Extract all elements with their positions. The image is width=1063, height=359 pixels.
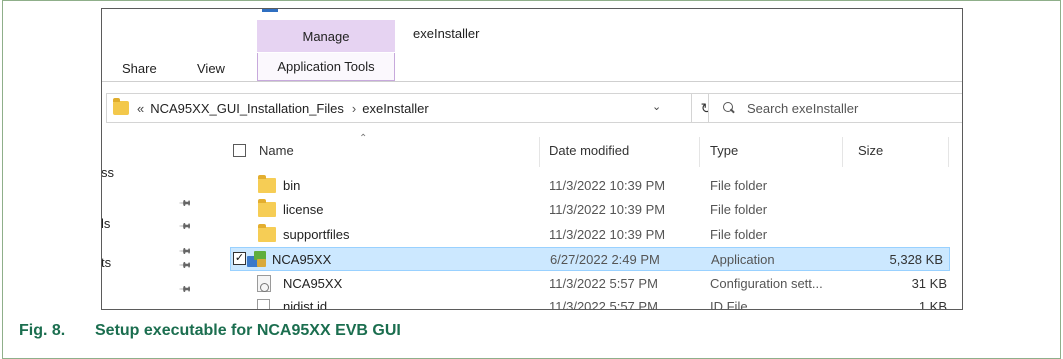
quick-access-icon[interactable]: [262, 9, 278, 12]
file-type: Application: [711, 252, 775, 267]
overflow-chevron-icon[interactable]: «: [137, 101, 144, 116]
breadcrumb-separator-icon[interactable]: ›: [352, 101, 356, 116]
file-size: 31 KB: [911, 276, 947, 291]
application-tools-label: Application Tools: [277, 59, 375, 74]
column-divider[interactable]: [539, 137, 540, 167]
ribbon-divider: [102, 81, 962, 82]
column-header-name[interactable]: Name: [259, 143, 294, 158]
column-divider[interactable]: [948, 137, 949, 167]
tab-manage[interactable]: Manage: [257, 20, 395, 52]
file-row-license[interactable]: license 11/3/2022 10:39 PM File folder: [231, 198, 951, 222]
chevron-down-icon[interactable]: ⌄: [652, 100, 661, 113]
manage-tab-label: Manage: [302, 28, 350, 44]
breadcrumb-exeinstaller[interactable]: exeInstaller: [362, 101, 428, 116]
file-row-supportfiles[interactable]: supportfiles 11/3/2022 10:39 PM File fol…: [231, 223, 951, 247]
column-divider[interactable]: [842, 137, 843, 167]
figure-number: Fig. 8.: [19, 322, 66, 339]
search-box[interactable]: [708, 93, 962, 123]
file-name: license: [283, 202, 324, 217]
file-name: NCA95XX: [283, 276, 343, 291]
breadcrumb-nca95xx-gui-installation-files[interactable]: NCA95XX_GUI_Installation_Files: [150, 101, 344, 116]
column-divider[interactable]: [699, 137, 700, 167]
nav-item-partial[interactable]: ls: [102, 216, 110, 231]
tab-view[interactable]: View: [197, 61, 225, 76]
file-type: File folder: [710, 202, 768, 217]
file-date: 6/27/2022 2:49 PM: [550, 252, 660, 267]
nav-item-partial[interactable]: ss: [102, 165, 114, 180]
figure-caption: Fig. 8. Setup executable for NCA95XX EVB …: [19, 322, 401, 340]
file-size: 5,328 KB: [889, 252, 944, 267]
file-icon: [257, 299, 270, 309]
application-icon: [247, 251, 267, 268]
file-date: 11/3/2022 5:57 PM: [549, 299, 658, 310]
window-title: exeInstaller: [413, 26, 480, 41]
sort-up-icon: ⌃: [359, 133, 368, 144]
column-header-type[interactable]: Type: [710, 143, 738, 158]
file-type: ID File: [710, 299, 748, 310]
ribbon-tabs: Share View Application Tools: [102, 53, 962, 81]
folder-icon: [258, 199, 276, 217]
search-icon: [723, 102, 735, 114]
file-date: 11/3/2022 10:39 PM: [549, 178, 666, 193]
column-header-size[interactable]: Size: [858, 143, 883, 158]
pin-icon[interactable]: 🖈: [175, 193, 196, 214]
file-type: File folder: [710, 178, 768, 193]
file-row-nca95xx-application[interactable]: ✓ NCA95XX 6/27/2022 2:49 PM Application …: [230, 247, 950, 271]
folder-icon: [258, 224, 276, 242]
search-input[interactable]: [747, 100, 947, 116]
config-file-icon: [257, 275, 271, 292]
file-row-nidist-id[interactable]: nidist.id 11/3/2022 5:57 PM ID File 1 KB: [231, 295, 951, 310]
pin-icon[interactable]: 🖈: [175, 216, 196, 237]
select-all-checkbox[interactable]: [233, 144, 246, 157]
folder-icon: [113, 98, 129, 115]
file-date: 11/3/2022 10:39 PM: [549, 227, 666, 242]
address-bar[interactable]: « NCA95XX_GUI_Installation_Files › exeIn…: [106, 93, 692, 123]
file-name: nidist.id: [283, 299, 328, 310]
row-checkbox-checked[interactable]: ✓: [233, 252, 246, 265]
file-name: bin: [283, 178, 301, 193]
file-row-nca95xx-config[interactable]: NCA95XX 11/3/2022 5:57 PM Configuration …: [231, 272, 951, 296]
file-name: supportfiles: [283, 227, 350, 242]
tab-share[interactable]: Share: [122, 61, 157, 76]
file-type: File folder: [710, 227, 768, 242]
file-date: 11/3/2022 5:57 PM: [549, 276, 658, 291]
figure-caption-text: Setup executable for NCA95XX EVB GUI: [95, 322, 401, 339]
tab-application-tools[interactable]: Application Tools: [257, 53, 395, 81]
column-header-date-modified[interactable]: Date modified: [549, 143, 629, 158]
file-row-bin[interactable]: bin 11/3/2022 10:39 PM File folder: [231, 174, 951, 198]
file-date: 11/3/2022 10:39 PM: [549, 202, 666, 217]
file-explorer-window: Manage exeInstaller Share View Applicati…: [101, 8, 963, 310]
file-size: 1 KB: [918, 299, 947, 310]
folder-icon: [258, 175, 276, 193]
file-name: NCA95XX: [272, 252, 332, 267]
nav-item-partial[interactable]: ts: [102, 255, 111, 270]
file-type: Configuration sett...: [710, 276, 823, 291]
pin-icon[interactable]: 🖈: [175, 279, 196, 300]
